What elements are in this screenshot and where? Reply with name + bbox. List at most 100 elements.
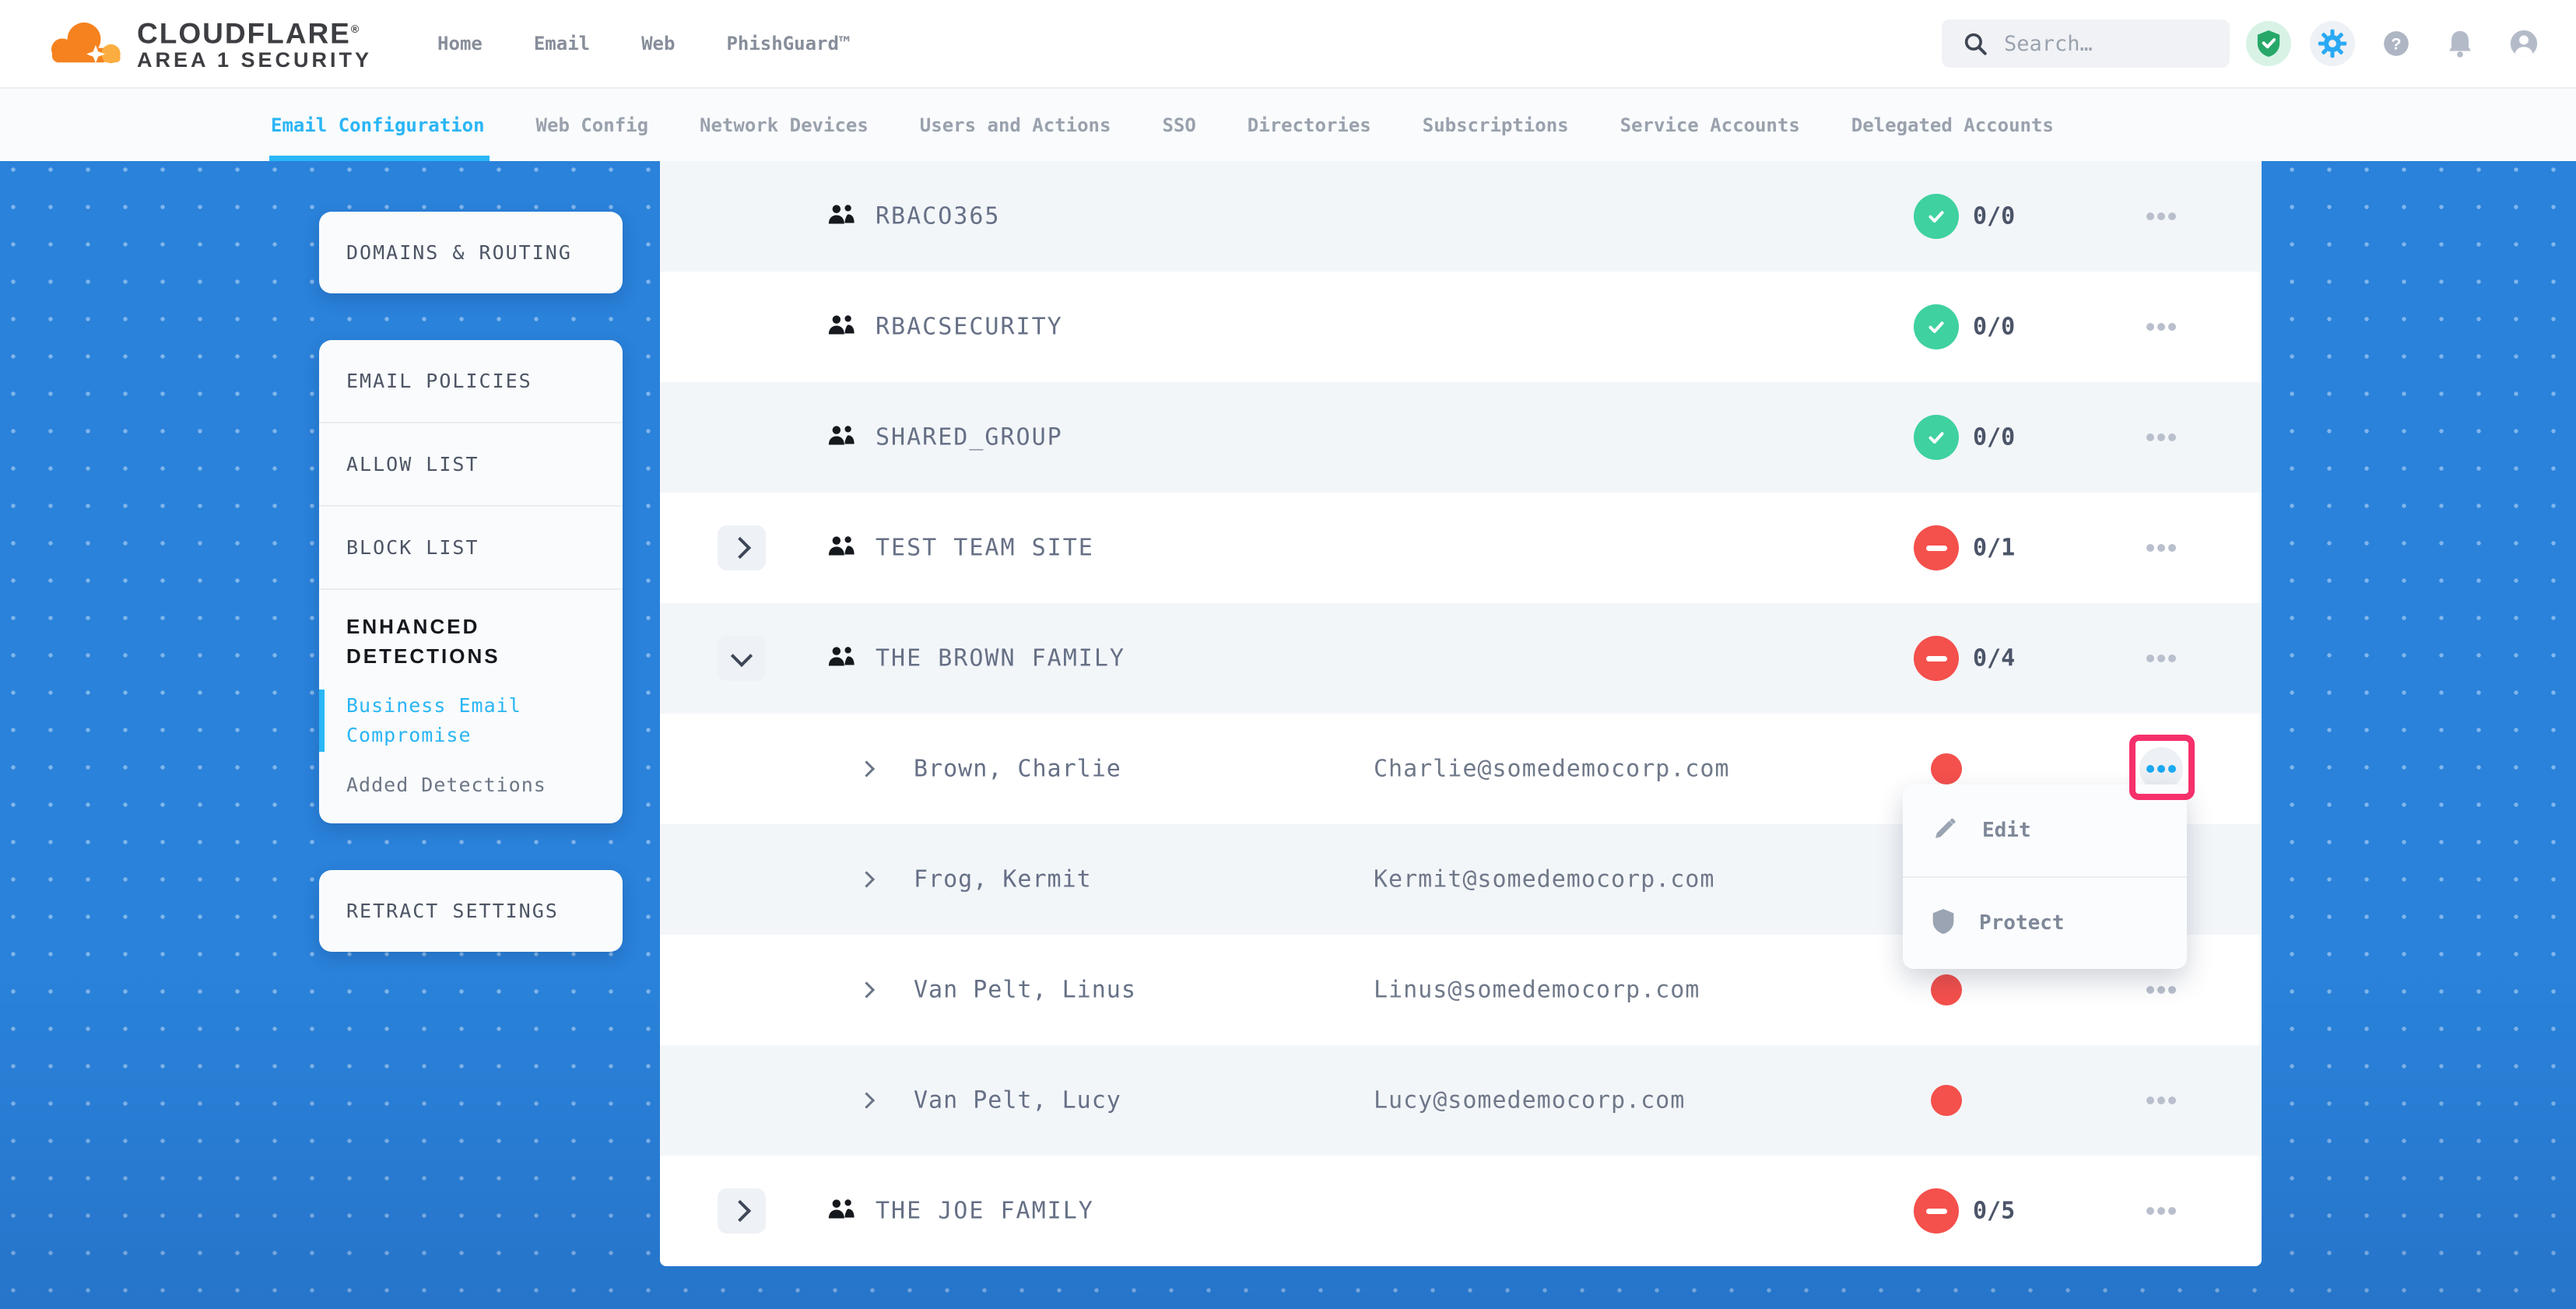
- ellipsis-dot: [2168, 1097, 2176, 1104]
- security-status-shield-icon[interactable]: [2246, 21, 2291, 66]
- global-search[interactable]: [1942, 19, 2230, 68]
- sidebar-section-enhanced-detections: ENHANCED DETECTIONS Business Email Compro…: [319, 588, 623, 823]
- ellipsis-dot: [2157, 1097, 2165, 1104]
- page: CLOUDFLARE® AREA 1 SECURITY Home Email Web…: [0, 0, 2576, 1309]
- menu-item-label: Edit: [1982, 819, 2031, 842]
- menu-item-protect[interactable]: Protect: [1903, 876, 2187, 970]
- member-email: Charlie@somedemocorp.com: [1374, 756, 1729, 783]
- notifications-bell-icon[interactable]: [2437, 21, 2483, 66]
- brand-name: CLOUDFLARE: [137, 17, 351, 49]
- ellipsis-dot: [2146, 654, 2154, 662]
- chevron-right-icon: [858, 760, 875, 777]
- nav-item-home[interactable]: Home: [437, 33, 483, 54]
- search-icon: [1962, 30, 1988, 57]
- row-actions-button[interactable]: [2139, 195, 2183, 238]
- table-row-group-test-team-site[interactable]: TEST TEAM SITE0/1: [660, 493, 2262, 603]
- status-alert-badge: [1914, 525, 1959, 570]
- table-row-group-the-brown-family[interactable]: THE BROWN FAMILY0/4: [660, 603, 2262, 714]
- status-ok-badge: [1914, 194, 1959, 239]
- ellipsis-dot: [2168, 323, 2176, 331]
- tab-sso[interactable]: SSO: [1162, 89, 1195, 161]
- row-actions-button[interactable]: [2139, 968, 2183, 1012]
- tab-network-devices[interactable]: Network Devices: [700, 89, 869, 161]
- row-actions-button[interactable]: [2139, 637, 2183, 680]
- ellipsis-dot: [2146, 1207, 2154, 1215]
- sidebar-item-enhanced-detections[interactable]: ENHANCED DETECTIONS: [346, 612, 607, 671]
- ellipsis-dot: [2157, 433, 2165, 441]
- sidebar-item-added-detections[interactable]: Added Detections: [346, 770, 607, 800]
- status-ok-badge: [1914, 304, 1959, 349]
- nav-item-web[interactable]: Web: [641, 33, 675, 54]
- table-row-group-rbacsecurity[interactable]: RBACSECURITY 0/0: [660, 272, 2262, 382]
- row-actions-button[interactable]: [2139, 305, 2183, 349]
- row-actions-button[interactable]: [2139, 1189, 2183, 1233]
- chevron-right-icon: [858, 871, 875, 887]
- minus-icon: [1926, 656, 1947, 662]
- sidebar-item-allow-list[interactable]: ALLOW LIST: [319, 422, 623, 505]
- nav-item-email[interactable]: Email: [534, 33, 590, 54]
- sidebar-item-domains-routing[interactable]: DOMAINS & ROUTING: [319, 212, 623, 293]
- table-row-group-rbaco365[interactable]: RBACO365 0/0: [660, 161, 2262, 272]
- tab-web-config[interactable]: Web Config: [536, 89, 649, 161]
- ellipsis-dot: [2157, 544, 2165, 552]
- ellipsis-dot: [2157, 1207, 2165, 1215]
- cloudflare-logo[interactable]: CLOUDFLARE® AREA 1 SECURITY: [40, 15, 372, 72]
- ellipsis-dot: [2168, 765, 2176, 773]
- ellipsis-dot: [2168, 1207, 2176, 1215]
- chevron-right-icon: [729, 537, 751, 559]
- member-email: Lucy@somedemocorp.com: [1374, 1087, 1685, 1114]
- ellipsis-dot: [2146, 433, 2154, 441]
- member-email: Linus@somedemocorp.com: [1374, 977, 1700, 1004]
- ellipsis-dot: [2168, 986, 2176, 994]
- group-icon: [826, 1197, 857, 1225]
- ellipsis-dot: [2146, 544, 2154, 552]
- ellipsis-dot: [2168, 433, 2176, 441]
- ellipsis-dot: [2157, 654, 2165, 662]
- expand-toggle-button[interactable]: [718, 636, 766, 681]
- nav-item-phishguard[interactable]: PhishGuard™: [726, 33, 850, 54]
- member-name: Van Pelt, Lucy: [914, 1087, 1121, 1114]
- group-name: TEST TEAM SITE: [876, 535, 1094, 562]
- tab-directories[interactable]: Directories: [1248, 89, 1371, 161]
- tab-service-accounts[interactable]: Service Accounts: [1620, 89, 1800, 161]
- tab-subscriptions[interactable]: Subscriptions: [1423, 89, 1569, 161]
- table-row-group-the-joe-family[interactable]: THE JOE FAMILY0/5: [660, 1156, 2262, 1266]
- account-icon[interactable]: [2501, 21, 2546, 66]
- sidebar-item-business-email-compromise[interactable]: Business Email Compromise: [346, 691, 607, 750]
- sidebar-item-email-policies[interactable]: EMAIL POLICIES: [319, 340, 623, 422]
- status-alert-dot: [1931, 974, 1962, 1005]
- protection-count: 0/4: [1973, 645, 2015, 672]
- table-row-member-van-pelt-lucy[interactable]: Van Pelt, Lucy Lucy@somedemocorp.com: [660, 1045, 2262, 1156]
- tab-users-and-actions[interactable]: Users and Actions: [920, 89, 1111, 161]
- table-row-group-shared-group[interactable]: SHARED_GROUP 0/0: [660, 382, 2262, 493]
- tab-email-configuration[interactable]: Email Configuration: [271, 89, 485, 161]
- settings-gear-icon[interactable]: [2310, 21, 2355, 66]
- search-input[interactable]: [2002, 31, 2200, 57]
- group-name: SHARED_GROUP: [876, 424, 1063, 451]
- group-icon: [826, 313, 857, 341]
- sidebar: DOMAINS & ROUTING EMAIL POLICIESALLOW LIS…: [319, 212, 623, 998]
- help-icon[interactable]: ?: [2374, 21, 2419, 66]
- group-name: RBACSECURITY: [876, 314, 1063, 341]
- expand-toggle-button[interactable]: [718, 1188, 766, 1234]
- cloudflare-cloud-icon: [40, 19, 128, 68]
- tab-delegated-accounts[interactable]: Delegated Accounts: [1851, 89, 2054, 161]
- ellipsis-dot: [2146, 986, 2154, 994]
- ellipsis-dot: [2146, 765, 2154, 773]
- brand-subtitle: AREA 1 SECURITY: [137, 47, 372, 72]
- row-actions-button[interactable]: [2139, 416, 2183, 459]
- menu-item-edit[interactable]: Edit: [1903, 784, 2187, 876]
- sidebar-card: RETRACT SETTINGS: [319, 870, 623, 952]
- primary-nav: Home Email Web PhishGuard™: [437, 33, 850, 54]
- menu-item-label: Protect: [1979, 911, 2065, 935]
- row-actions-button[interactable]: [2139, 1079, 2183, 1122]
- sidebar-card: EMAIL POLICIESALLOW LISTBLOCK LISTENHANC…: [319, 340, 623, 823]
- row-actions-button[interactable]: [2139, 526, 2183, 570]
- protection-count: 0/5: [1973, 1198, 2015, 1225]
- sidebar-item-retract-settings[interactable]: RETRACT SETTINGS: [319, 870, 623, 952]
- ellipsis-dot: [2146, 212, 2154, 220]
- expand-toggle-button[interactable]: [718, 525, 766, 570]
- groups-table: RBACO365 0/0 RBACSECURITY 0/0 SHARED_GRO…: [660, 161, 2262, 1266]
- sidebar-item-block-list[interactable]: BLOCK LIST: [319, 505, 623, 588]
- member-name: Van Pelt, Linus: [914, 977, 1136, 1004]
